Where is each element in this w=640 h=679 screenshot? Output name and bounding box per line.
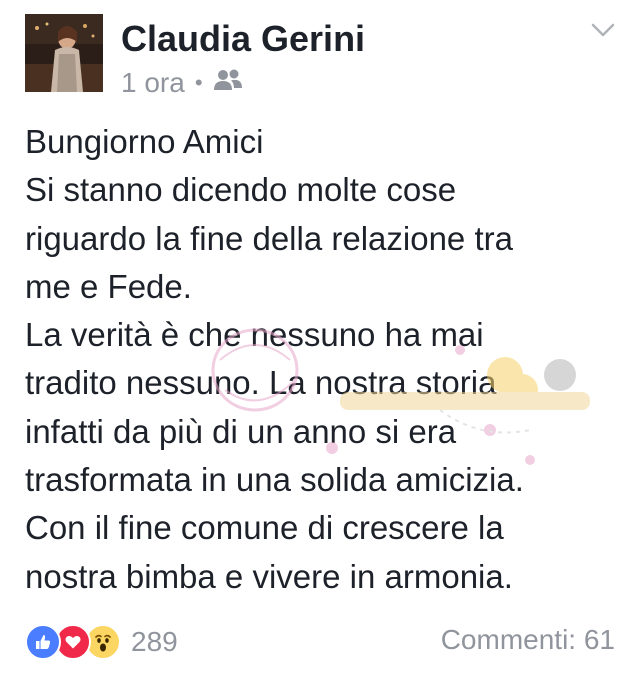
post-header: Claudia Gerini 1 ora •	[25, 14, 620, 98]
reaction-count[interactable]: 289	[131, 626, 178, 658]
avatar[interactable]	[25, 14, 103, 92]
post-footer: 289 Commenti: 61	[25, 620, 615, 664]
friends-icon[interactable]	[213, 67, 243, 99]
comments-count[interactable]: Commenti: 61	[441, 624, 615, 656]
like-icon	[25, 624, 61, 660]
meta-separator: •	[194, 70, 203, 95]
author-name[interactable]: Claudia Gerini	[121, 18, 365, 60]
post-meta: 1 ora •	[121, 66, 243, 100]
facebook-post: Claudia Gerini 1 ora • Bungiorno Amici S…	[0, 0, 640, 679]
chevron-down-icon[interactable]	[590, 20, 616, 40]
post-time[interactable]: 1 ora	[121, 67, 185, 99]
post-text: Bungiorno Amici Si stanno dicendo molte …	[25, 123, 524, 595]
reactions-summary[interactable]: 289	[25, 622, 178, 662]
